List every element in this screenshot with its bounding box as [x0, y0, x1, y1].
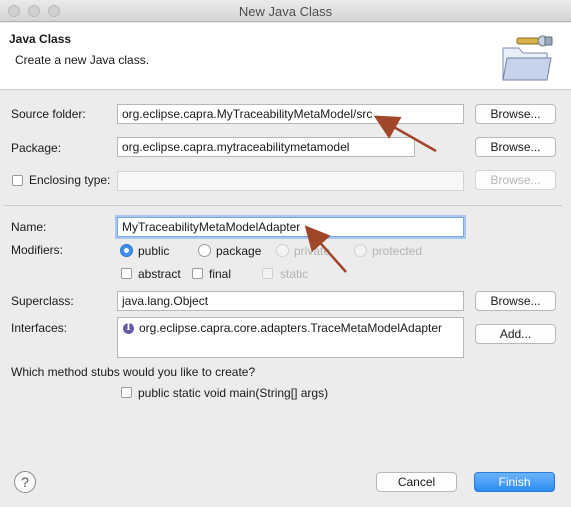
interfaces-list[interactable]: I org.eclipse.capra.core.adapters.TraceM…: [117, 317, 464, 358]
source-folder-label: Source folder:: [11, 107, 86, 121]
source-folder-field[interactable]: org.eclipse.capra.MyTraceabilityMetaMode…: [117, 104, 464, 124]
modifier-protected-label: protected: [372, 244, 423, 258]
modifier-final-label: final: [209, 267, 232, 281]
window-title: New Java Class: [238, 4, 333, 19]
interfaces-label: Interfaces:: [11, 321, 68, 335]
main-method-label: public static void main(String[] args): [138, 386, 329, 400]
package-browse-button[interactable]: Browse...: [475, 137, 556, 157]
cancel-button[interactable]: Cancel: [376, 472, 457, 492]
modifier-private-label: private: [294, 244, 331, 258]
separator: [4, 205, 562, 206]
wizard-header: Java Class Create a new Java class.: [0, 23, 571, 90]
modifier-final-checkbox[interactable]: [192, 268, 203, 279]
finish-button[interactable]: Finish: [474, 472, 555, 492]
enclosing-type-browse-button[interactable]: Browse...: [475, 170, 556, 190]
wizard-subtitle: Create a new Java class.: [15, 53, 150, 67]
method-stubs-question: Which method stubs would you like to cre…: [11, 365, 256, 379]
enclosing-type-label: Enclosing type:: [29, 173, 111, 187]
superclass-browse-button[interactable]: Browse...: [475, 291, 556, 311]
modifier-package-radio[interactable]: [198, 244, 211, 257]
superclass-label: Superclass:: [11, 294, 74, 308]
modifier-public-radio[interactable]: [120, 244, 133, 257]
modifier-abstract-checkbox[interactable]: [121, 268, 132, 279]
enclosing-type-checkbox[interactable]: [12, 175, 23, 186]
modifier-static-label: static: [280, 267, 309, 281]
modifier-static-checkbox[interactable]: [262, 268, 273, 279]
superclass-field[interactable]: java.lang.Object: [117, 291, 464, 311]
modifiers-label: Modifiers:: [11, 243, 64, 257]
name-label: Name:: [11, 220, 47, 234]
new-class-wizard-icon: [502, 35, 553, 81]
add-interface-button[interactable]: Add...: [475, 324, 556, 344]
modifier-private-radio[interactable]: [276, 244, 289, 257]
title-bar: New Java Class: [0, 0, 571, 22]
class-name-field[interactable]: MyTraceabilityMetaModelAdapter: [117, 217, 464, 237]
modifier-abstract-label: abstract: [138, 267, 181, 281]
source-folder-browse-button[interactable]: Browse...: [475, 104, 556, 124]
interface-list-item[interactable]: org.eclipse.capra.core.adapters.TraceMet…: [139, 321, 442, 335]
interface-icon: I: [123, 323, 134, 334]
modifier-public-label: public: [138, 244, 170, 258]
main-method-checkbox[interactable]: [121, 387, 132, 398]
wizard-title: Java Class: [9, 32, 72, 46]
package-label: Package:: [11, 141, 62, 155]
modifier-package-label: package: [216, 244, 262, 258]
modifier-protected-radio[interactable]: [354, 244, 367, 257]
help-icon[interactable]: ?: [14, 471, 36, 493]
package-field[interactable]: org.eclipse.capra.mytraceabilitymetamode…: [117, 137, 415, 157]
enclosing-type-field[interactable]: [117, 171, 464, 191]
